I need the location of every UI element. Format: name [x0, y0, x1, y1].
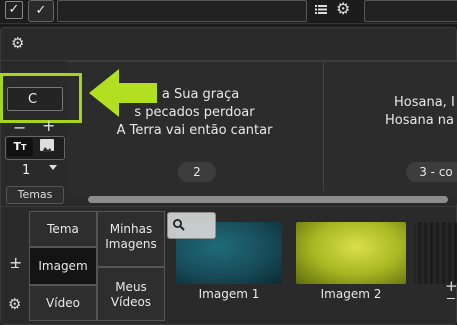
font-size-value[interactable]: 1 [22, 163, 30, 178]
tab-tema[interactable]: Tema [29, 211, 97, 247]
search-input[interactable] [7, 87, 63, 111]
top-text-field[interactable] [57, 0, 307, 22]
confirm-button[interactable]: ✓ [28, 0, 54, 22]
decrease-font-button[interactable]: − [13, 118, 26, 137]
tab-label: Imagens [105, 237, 157, 251]
slide-line: Hosana na [385, 113, 455, 128]
tab-label: Meus [115, 280, 147, 294]
media-add-button[interactable]: + [445, 277, 457, 295]
tab-video[interactable]: Vídeo [29, 285, 97, 321]
remove-item-button[interactable] [11, 267, 19, 268]
media-remove-button[interactable] [447, 298, 455, 299]
media-thumbnail-3[interactable] [414, 222, 457, 284]
checkmark-icon: ✓ [35, 3, 47, 18]
tab-label: Vídeos [110, 295, 152, 309]
media-thumbnail-2[interactable] [296, 222, 406, 284]
search-icon [173, 219, 185, 231]
gear-icon[interactable]: ⚙ [11, 34, 24, 52]
chevron-down-icon[interactable] [49, 165, 57, 170]
gear-icon[interactable]: ⚙ [336, 0, 350, 18]
slide-number-badge: 2 [178, 162, 216, 182]
gear-icon[interactable]: ⚙ [8, 295, 21, 313]
list-icon[interactable] [313, 1, 329, 17]
media-label: Imagem 1 [198, 287, 260, 301]
increase-font-button[interactable]: + [42, 116, 55, 135]
tab-label: Minhas [109, 222, 153, 236]
slide-line: A Terra vai então cantar [116, 123, 273, 138]
tab-imagem[interactable]: Imagem [29, 247, 97, 285]
media-search-box[interactable] [167, 212, 216, 239]
add-item-button[interactable]: + [9, 253, 22, 272]
divider [0, 206, 457, 207]
slide-number-badge: 3 - co [406, 162, 457, 182]
slide-line: Hosana, I [394, 95, 455, 110]
media-label: Imagem 2 [320, 287, 382, 301]
arrow-pointer-icon [89, 69, 157, 117]
text-mode-icon[interactable]: TT [7, 138, 33, 156]
top-right-field[interactable] [364, 0, 457, 22]
image-mode-icon[interactable] [40, 139, 54, 152]
tab-meus-videos[interactable]: Meus Vídeos [97, 267, 165, 321]
tab-minhas-imagens[interactable]: Minhas Imagens [97, 211, 165, 267]
slide-3[interactable]: Hosana, I Hosana na 3 - co [324, 61, 457, 191]
select-all-checkbox[interactable]: ✓ [5, 1, 23, 19]
themes-button[interactable]: Temas [6, 186, 64, 204]
scrollbar-thumb[interactable] [88, 196, 448, 203]
